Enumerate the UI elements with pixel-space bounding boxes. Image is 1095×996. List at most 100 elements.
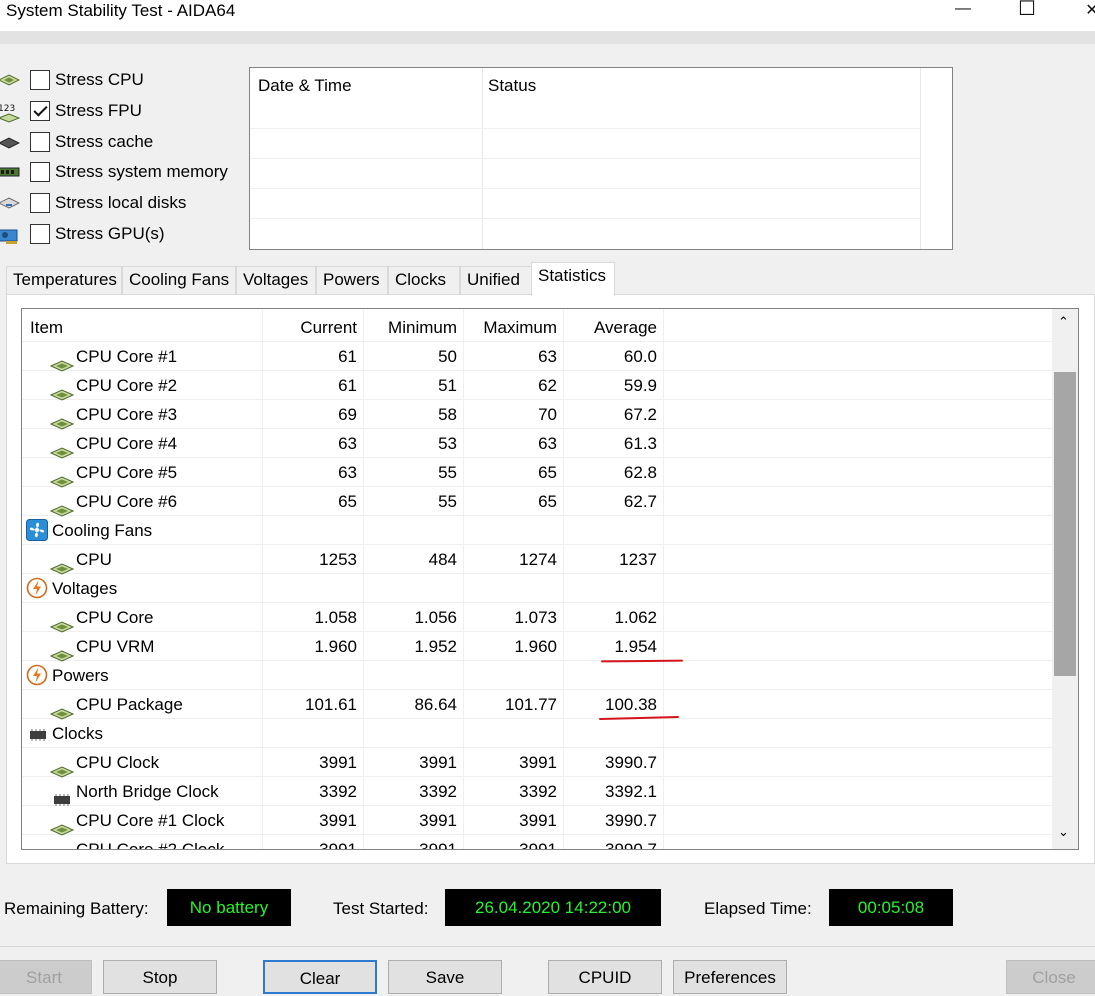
scroll-up-icon[interactable]: ⌃: [1058, 315, 1069, 329]
cpuid-button[interactable]: CPUID: [548, 960, 662, 994]
cpu-chip-icon: [49, 613, 75, 633]
table-row[interactable]: CPU Core #1 Clock 3991 3991 3991 3990.7: [22, 806, 1052, 836]
battery-label: Remaining Battery:: [4, 899, 149, 918]
scrollbar-thumb[interactable]: [1054, 372, 1076, 676]
cpu-chip-icon: [49, 439, 75, 459]
stress-option-row[interactable]: 123 Stress FPU: [0, 98, 142, 124]
table-row[interactable]: CPU Core #5 63 55 65 62.8: [22, 458, 1052, 488]
row-name-cell: Powers: [26, 661, 109, 690]
row-label: CPU Core #2 Clock: [76, 840, 225, 850]
stop-button[interactable]: Stop: [103, 960, 217, 994]
cell-current: 3991: [319, 753, 357, 772]
event-log[interactable]: Date & Time Status: [249, 67, 953, 250]
stress-checkbox[interactable]: [30, 100, 50, 121]
header-minimum[interactable]: Minimum: [367, 313, 457, 342]
save-button[interactable]: Save: [388, 960, 502, 994]
header-item[interactable]: Item: [30, 313, 63, 342]
row-name-cell: CPU: [49, 545, 112, 575]
fan-icon: [26, 519, 50, 542]
group-row[interactable]: Powers: [22, 661, 1052, 690]
maximize-button[interactable]: ☐: [1007, 0, 1047, 22]
tab-clocks[interactable]: Clocks: [388, 266, 460, 294]
log-header-status[interactable]: Status: [488, 76, 536, 96]
stress-option-label[interactable]: Stress FPU: [55, 101, 142, 121]
vertical-scrollbar[interactable]: ⌃ ⌄: [1052, 309, 1078, 849]
stress-checkbox[interactable]: [30, 162, 50, 183]
chipset-icon: [50, 787, 74, 806]
stress-option-label[interactable]: Stress CPU: [55, 70, 144, 90]
header-average[interactable]: Average: [567, 313, 657, 342]
scroll-down-icon[interactable]: ⌄: [1058, 825, 1069, 839]
cell-current: 61: [338, 347, 357, 366]
stress-option-row[interactable]: Stress system memory: [0, 159, 228, 185]
row-name-cell: CPU Core #1 Clock: [49, 806, 224, 836]
cpu-chip-icon: [49, 497, 75, 517]
statistics-table[interactable]: Item Current Minimum Maximum Average CPU…: [21, 308, 1079, 850]
row-name-cell: CPU Core #5: [49, 458, 177, 488]
cell-maximum: 1274: [519, 550, 557, 569]
minimize-button[interactable]: —: [943, 0, 983, 22]
stress-option-label[interactable]: Stress system memory: [55, 162, 228, 182]
stress-option-row[interactable]: Stress CPU: [0, 67, 144, 93]
stress-checkbox[interactable]: [30, 224, 50, 244]
cpu-chip-icon: [49, 758, 75, 778]
tab-voltages[interactable]: Voltages: [236, 266, 316, 294]
stress-option-label[interactable]: Stress GPU(s): [55, 224, 165, 244]
table-row[interactable]: CPU VRM 1.960 1.952 1.960 1.954: [22, 632, 1052, 662]
table-row[interactable]: CPU Core #2 Clock 3991 3991 3991 3990.7: [22, 835, 1052, 850]
header-maximum[interactable]: Maximum: [467, 313, 557, 342]
row-label: CPU Clock: [76, 753, 160, 772]
cell-average: 1237: [619, 550, 657, 569]
stress-option-row[interactable]: Stress GPU(s): [0, 221, 165, 247]
cell-average: 62.7: [623, 492, 657, 511]
table-row[interactable]: CPU Core #3 69 58 70 67.2: [22, 400, 1052, 430]
tab-cooling-fans[interactable]: Cooling Fans: [122, 266, 236, 294]
gpu-card-icon: [0, 226, 20, 244]
cell-current: 3991: [319, 840, 357, 850]
clear-button[interactable]: Clear: [263, 960, 377, 994]
stress-option-row[interactable]: Stress cache: [0, 129, 153, 155]
row-label: CPU Core #2: [76, 376, 178, 395]
cpu-chip-icon: [49, 816, 75, 836]
cache-memory-icon: [0, 134, 21, 150]
stress-option-row[interactable]: Stress local disks: [0, 190, 186, 216]
tab-temperatures[interactable]: Temperatures: [6, 266, 122, 294]
lightning-icon: [26, 664, 50, 686]
row-name-cell: Clocks: [26, 719, 103, 748]
table-row[interactable]: CPU Core #6 65 55 65 62.7: [22, 487, 1052, 517]
table-row[interactable]: CPU Core #1 61 50 63 60.0: [22, 342, 1052, 372]
preferences-button[interactable]: Preferences: [673, 960, 787, 994]
stress-option-label[interactable]: Stress cache: [55, 132, 153, 152]
table-row[interactable]: CPU Package 101.61 86.64 101.77 100.38: [22, 690, 1052, 720]
table-row[interactable]: CPU 1253 484 1274 1237: [22, 545, 1052, 575]
table-row[interactable]: North Bridge Clock 3392 3392 3392 3392.1: [22, 777, 1052, 806]
tab-powers[interactable]: Powers: [316, 266, 388, 294]
row-name-cell: CPU Core: [49, 603, 153, 633]
cpu-chip-icon: [49, 700, 75, 720]
row-name-cell: North Bridge Clock: [50, 777, 219, 806]
log-header-datetime[interactable]: Date & Time: [258, 76, 352, 96]
cell-maximum: 101.77: [505, 695, 557, 714]
group-row[interactable]: Voltages: [22, 574, 1052, 603]
row-name-cell: CPU Package: [49, 690, 183, 720]
table-row[interactable]: CPU Core #2 61 51 62 59.9: [22, 371, 1052, 401]
cpu-chip-icon: [50, 845, 74, 849]
table-row[interactable]: CPU Core 1.058 1.056 1.073 1.062: [22, 603, 1052, 633]
close-button[interactable]: Close: [1006, 960, 1095, 994]
group-row[interactable]: Clocks: [22, 719, 1052, 748]
header-current[interactable]: Current: [267, 313, 357, 342]
table-row[interactable]: CPU Core #4 63 53 63 61.3: [22, 429, 1052, 459]
table-row[interactable]: CPU Clock 3991 3991 3991 3990.7: [22, 748, 1052, 778]
group-row[interactable]: Cooling Fans: [22, 516, 1052, 545]
cell-minimum: 86.64: [414, 695, 457, 714]
close-window-button[interactable]: ✕: [1072, 0, 1095, 22]
stress-checkbox[interactable]: [30, 131, 50, 152]
stress-checkbox[interactable]: [30, 193, 50, 214]
cell-minimum: 51: [438, 376, 457, 395]
tab-statistics[interactable]: Statistics: [531, 262, 615, 296]
tab-unified[interactable]: Unified: [460, 266, 532, 294]
stress-checkbox[interactable]: [30, 70, 50, 90]
start-button[interactable]: Start: [0, 960, 92, 994]
stress-option-label[interactable]: Stress local disks: [55, 193, 186, 213]
cell-current: 1.960: [314, 637, 357, 656]
